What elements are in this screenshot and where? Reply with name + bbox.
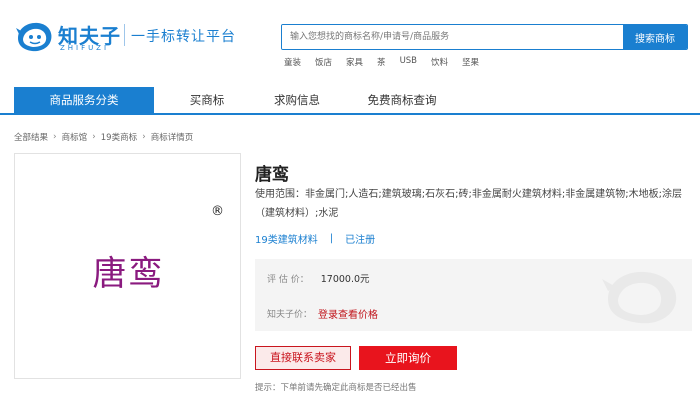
member-price-label: 知夫子价： [267,310,313,320]
estimate-price-value: 17000.0元 [320,274,370,285]
search-button[interactable]: 搜索商标 [623,25,687,49]
nav-item-buy-trademark[interactable]: 买商标 [172,87,242,113]
search-bar: 搜索商标 [281,24,688,50]
breadcrumb: 全部结果 › 商标馆 › 19类商标 › 商标详情页 [14,131,193,143]
usage-scope-label: 使用范围： [255,189,305,200]
hot-keyword[interactable]: 饭店 [315,56,332,68]
breadcrumb-item-class[interactable]: 19类商标 [101,131,137,143]
brand-slogan: 一手标转让平台 [131,29,236,45]
login-to-view-price-link[interactable]: 登录查看价格 [318,306,378,321]
tag-separator: | [329,233,334,244]
registered-mark: ® [211,204,224,219]
hot-keyword[interactable]: 茶 [377,56,386,68]
status-badge: 已注册 [345,235,376,246]
usage-scope-text: 非金属门;人造石;建筑玻璃;石灰石;砖;非金属耐火建筑材料;非金属建筑物;木地板… [255,189,682,219]
contact-seller-button[interactable]: 直接联系卖家 [255,346,351,370]
search-input[interactable] [282,25,623,49]
hot-keyword[interactable]: 饮料 [431,56,448,68]
nav-item-purchase-requests[interactable]: 求购信息 [260,87,334,113]
estimate-price-label: 评 估 价： [267,274,309,285]
trademark-tags: 19类建筑材料 | 已注册 [255,231,375,246]
member-price-row: 知夫子价： 登录查看价格 [267,306,378,321]
hot-keywords: 童装 饭店 家具 茶 USB 饮料 坚果 [284,56,493,68]
chevron-right-icon: › [142,132,146,142]
logo-mascot-icon [16,22,52,52]
site-logo[interactable]: 知夫子 ZHIFUZI [14,18,124,56]
category-link[interactable]: 19类建筑材料 [255,231,318,246]
hot-keyword[interactable]: USB [400,56,417,68]
breadcrumb-item-all[interactable]: 全部结果 [14,131,48,143]
mascot-watermark-icon [602,271,677,324]
nav-item-categories[interactable]: 商品服务分类 [14,87,154,113]
logo-divider [124,24,125,46]
brand-pinyin: ZHIFUZI [60,44,110,52]
hot-keyword[interactable]: 坚果 [462,56,479,68]
chevron-right-icon: › [53,132,57,142]
estimate-price-row: 评 估 价： 17000.0元 [267,271,370,285]
hot-keyword[interactable]: 童装 [284,56,301,68]
header: 知夫子 ZHIFUZI 一手标转让平台 搜索商标 童装 饭店 家具 茶 USB 饮料 坚果 [0,0,700,86]
price-panel: 评 估 价： 17000.0元 知夫子价： 登录查看价格 [255,259,692,331]
nav-item-free-query[interactable]: 免费商标查询 [352,87,452,113]
trademark-title: 唐鸾 [255,165,289,185]
usage-scope: 使用范围：非金属门;人造石;建筑玻璃;石灰石;砖;非金属耐火建筑材料;非金属建筑… [255,185,692,223]
inquire-now-button[interactable]: 立即询价 [359,346,457,370]
trademark-image-text: 唐鸾 [92,254,165,294]
purchase-tip: 提示：下单前请先确定此商标是否已经出售 [255,383,417,393]
breadcrumb-item-hall[interactable]: 商标馆 [62,131,88,143]
hot-keyword[interactable]: 家具 [346,56,363,68]
chevron-right-icon: › [92,132,96,142]
trademark-image: ® 唐鸾 [14,153,241,379]
main-nav: 商品服务分类 买商标 求购信息 免费商标查询 [0,87,700,115]
breadcrumb-item-current: 商标详情页 [150,133,194,143]
